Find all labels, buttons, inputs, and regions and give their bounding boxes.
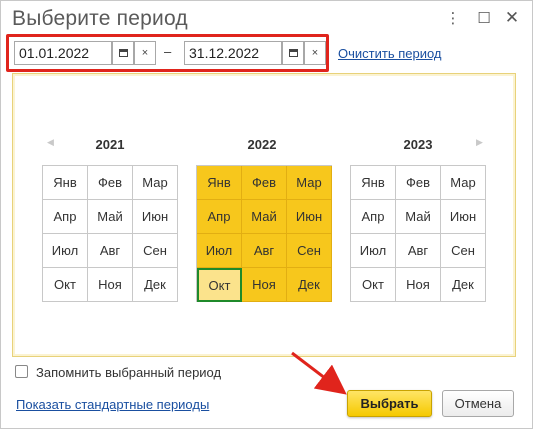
month-cell[interactable]: Июн [133,200,178,234]
month-cell[interactable]: Мар [441,166,486,200]
month-grid-2023: Янв Фев Мар Апр Май Июн Июл Авг Сен Окт Ноя Дек [350,165,486,302]
month-cell[interactable]: Сен [441,234,486,268]
maximize-icon[interactable]: ☐ [473,7,495,29]
calendar-icon [288,49,298,57]
month-cell[interactable]: Янв [351,166,396,200]
prev-year-icon[interactable]: ◀ [47,137,54,148]
period-dialog: Выберите период ⋮ ☐ ✕ 01.01.2022 × – 31.… [0,0,533,429]
cancel-button[interactable]: Отмена [442,390,514,417]
month-cell[interactable]: Фев [88,166,133,200]
show-standard-periods-link[interactable]: Показать стандартные периоды [16,397,209,412]
month-cell[interactable]: Фев [242,166,287,200]
month-cell[interactable]: Янв [43,166,88,200]
month-cell[interactable]: Май [396,200,441,234]
clear-period-link[interactable]: Очистить период [338,46,442,61]
month-cell[interactable]: Окт [197,268,242,302]
month-grid-2021: Янв Фев Мар Апр Май Июн Июл Авг Сен Окт Ноя Дек [42,165,178,302]
date-from-input[interactable]: 01.01.2022 [14,41,112,65]
month-cell[interactable]: Ноя [242,268,287,302]
month-cell[interactable]: Июн [287,200,332,234]
year-label: 2021 [95,137,125,152]
remember-period-checkbox[interactable] [15,365,28,378]
month-cell[interactable]: Июл [43,234,88,268]
dialog-title: Выберите период [12,7,188,30]
month-cell[interactable]: Фев [396,166,441,200]
remember-period-label[interactable]: Запомнить выбранный период [36,365,221,380]
year-label: 2023 [403,137,433,152]
month-cell[interactable]: Июл [351,234,396,268]
close-icon[interactable]: ✕ [501,7,523,29]
month-cell[interactable]: Ноя [88,268,133,302]
select-button[interactable]: Выбрать [347,390,432,417]
calendar-icon [118,49,128,57]
month-cell[interactable]: Окт [351,268,396,302]
month-cell[interactable]: Дек [441,268,486,302]
date-from-clear-button[interactable]: × [134,41,156,65]
month-cell[interactable]: Дек [287,268,332,302]
month-cell[interactable]: Апр [197,200,242,234]
month-cell[interactable]: Апр [43,200,88,234]
month-grid-2022: Янв Фев Мар Апр Май Июн Июл Авг Сен Окт Ноя Дек [196,165,332,302]
month-cell[interactable]: Сен [287,234,332,268]
period-separator: – [164,44,172,59]
month-cell[interactable]: Июл [197,234,242,268]
month-cell[interactable]: Июн [441,200,486,234]
month-cell[interactable]: Мар [287,166,332,200]
date-to-clear-button[interactable]: × [304,41,326,65]
month-cell[interactable]: Май [242,200,287,234]
month-cell[interactable]: Янв [197,166,242,200]
month-cell[interactable]: Ноя [396,268,441,302]
month-cell[interactable]: Дек [133,268,178,302]
date-from-calendar-button[interactable] [112,41,134,65]
year-label: 2022 [247,137,277,152]
more-menu-icon[interactable]: ⋮ [442,7,464,29]
next-year-icon[interactable]: ▶ [476,137,483,148]
month-cell[interactable]: Апр [351,200,396,234]
month-cell[interactable]: Окт [43,268,88,302]
month-cell[interactable]: Авг [242,234,287,268]
month-cell[interactable]: Авг [396,234,441,268]
month-cell[interactable]: Сен [133,234,178,268]
month-cell[interactable]: Авг [88,234,133,268]
date-to-calendar-button[interactable] [282,41,304,65]
month-cell[interactable]: Май [88,200,133,234]
month-cell[interactable]: Мар [133,166,178,200]
date-to-input[interactable]: 31.12.2022 [184,41,282,65]
